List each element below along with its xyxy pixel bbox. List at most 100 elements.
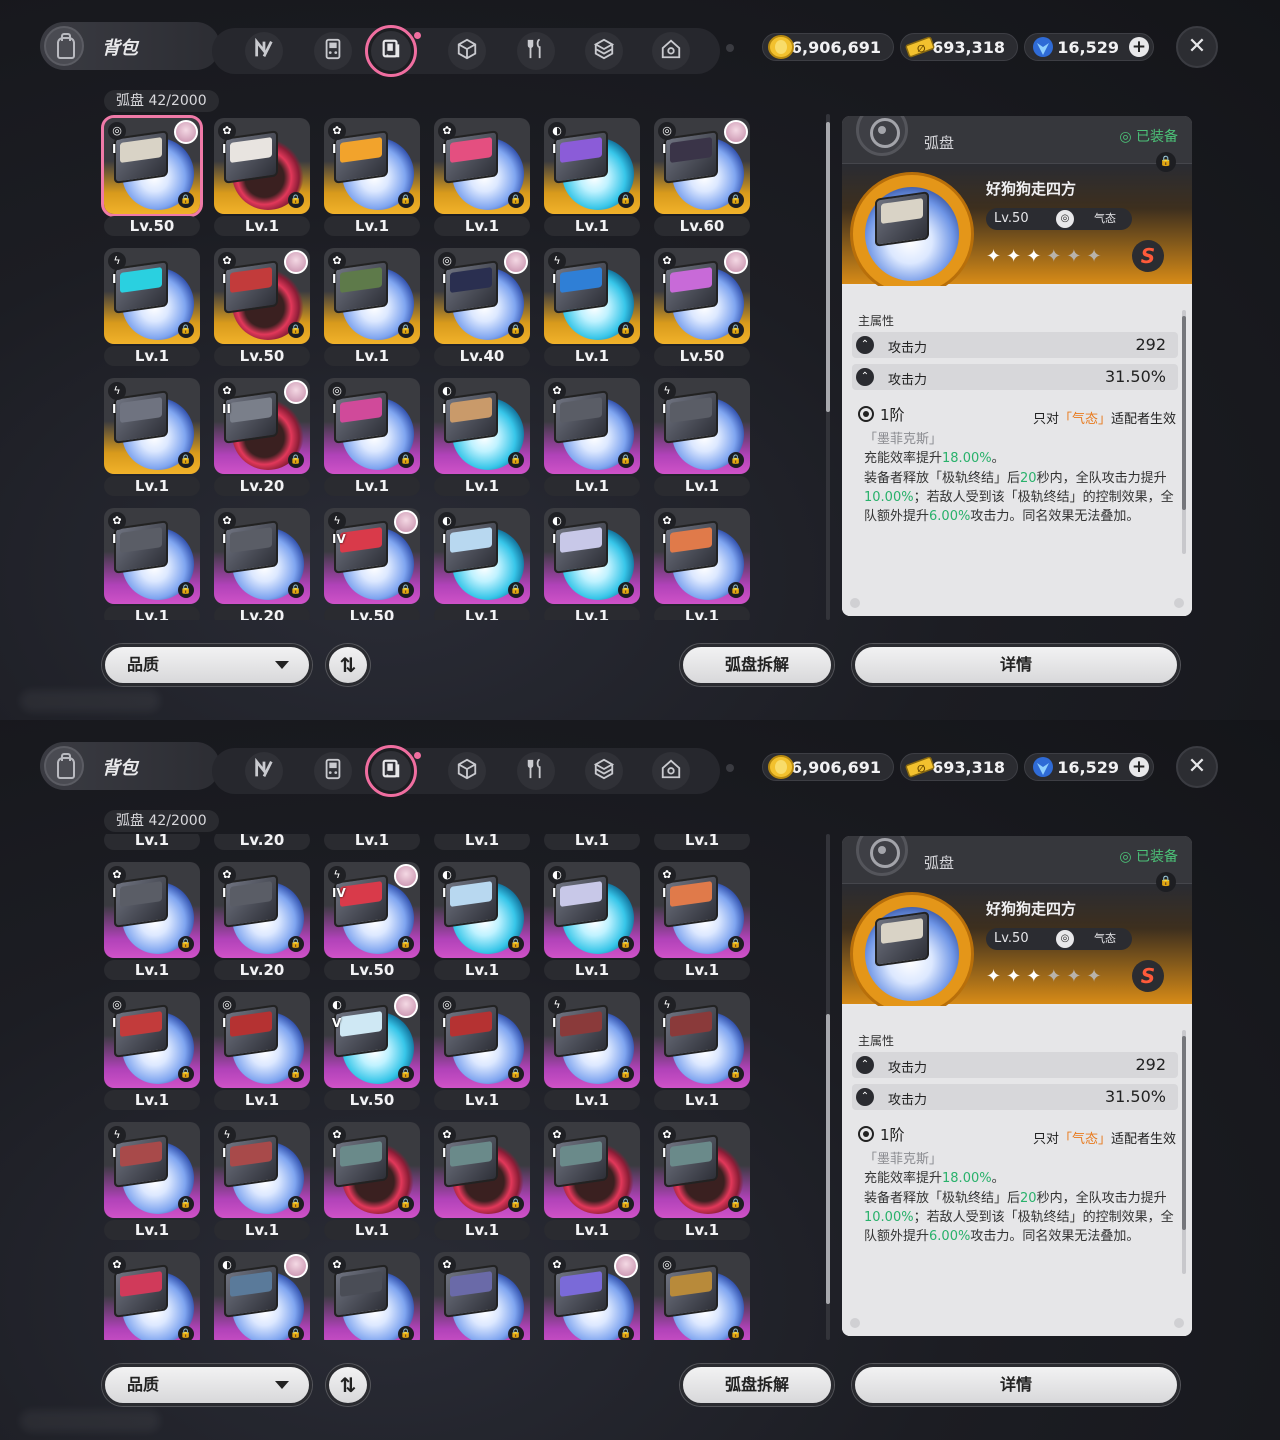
lock-icon[interactable]: 🔒 — [618, 1066, 634, 1082]
disc-item[interactable]: ✿ I 🔒 Lv.1 — [650, 504, 750, 620]
disc-item[interactable]: ◐ I 🔒 Lv.1 — [430, 504, 530, 620]
disc-item[interactable]: ◎ I 🔒 Lv.1 — [100, 988, 200, 1112]
disc-item[interactable]: ◐ V 🔒 Lv.50 — [320, 988, 420, 1112]
lock-icon[interactable]: 🔒 — [728, 322, 744, 338]
sort-order-button[interactable]: ⇅ — [326, 644, 370, 686]
detail-scrollbar[interactable] — [1182, 1030, 1186, 1274]
disc-item[interactable]: ϟ I 🔒 Lv.1 — [650, 374, 750, 498]
lock-icon[interactable]: 🔒 — [728, 452, 744, 468]
close-button[interactable]: ✕ — [1176, 746, 1218, 788]
lock-icon[interactable]: 🔒 — [398, 936, 414, 952]
disc-tab[interactable] — [365, 25, 421, 77]
lock-icon[interactable]: 🔒 — [398, 582, 414, 598]
disc-item[interactable]: ◐ I 🔒 Lv.1 — [430, 374, 530, 498]
n-tab[interactable] — [245, 32, 283, 70]
lock-icon[interactable]: 🔒 — [728, 1196, 744, 1212]
gadget-tab[interactable] — [314, 752, 352, 790]
lock-icon[interactable]: 🔒 — [398, 1196, 414, 1212]
disc-item[interactable]: ◐ I 🔒 Lv.1 — [540, 114, 640, 238]
lock-icon[interactable]: 🔒 — [618, 1196, 634, 1212]
disc-item[interactable]: ✿ I 🔒 Lv.1 — [650, 1118, 750, 1242]
disc-item[interactable]: ◎ 🔒 — [650, 1248, 750, 1340]
lock-icon[interactable]: 🔒 — [728, 192, 744, 208]
lock-icon[interactable]: 🔒 — [728, 936, 744, 952]
quality-filter-dropdown[interactable]: 品质 — [102, 1364, 312, 1406]
disc-item[interactable]: ϟ IV 🔒 Lv.50 — [320, 504, 420, 620]
disc-item[interactable]: ϟ I 🔒 Lv.1 — [210, 1118, 310, 1242]
disc-item[interactable]: ✿ I 🔒 Lv.1 — [430, 114, 530, 238]
disc-item[interactable]: 🔒Lv.1 — [100, 834, 200, 852]
disc-item[interactable]: ◎ I 🔒 Lv.1 — [210, 988, 310, 1112]
disc-item[interactable]: ◐ I 🔒 Lv.1 — [430, 858, 530, 982]
dismantle-button[interactable]: 弧盘拆解 — [680, 1364, 834, 1406]
lock-icon[interactable]: 🔒 — [288, 582, 304, 598]
disc-item[interactable]: ϟ I 🔒 Lv.1 — [100, 1118, 200, 1242]
disc-tab[interactable] — [365, 745, 421, 797]
disc-item[interactable]: ◎ I 🔒 Lv.50 — [100, 114, 203, 238]
disc-item[interactable]: ✿ I 🔒 Lv.20 — [210, 858, 310, 982]
lock-icon[interactable]: 🔒 — [618, 936, 634, 952]
lock-toggle-icon[interactable]: 🔒 — [1156, 872, 1176, 892]
disc-item[interactable]: ✿ I 🔒 Lv.1 — [320, 114, 420, 238]
material-tab[interactable] — [585, 32, 623, 70]
disc-item[interactable]: ◎ I 🔒 Lv.60 — [650, 114, 750, 238]
disc-item[interactable]: ◎ I 🔒 Lv.1 — [430, 988, 530, 1112]
disc-item[interactable]: ✿ I 🔒 Lv.1 — [540, 374, 640, 498]
gadget-tab[interactable] — [314, 32, 352, 70]
disc-item[interactable]: ✿ I 🔒 Lv.1 — [540, 1118, 640, 1242]
disc-item[interactable]: 🔒Lv.1 — [430, 834, 530, 852]
food-tab[interactable] — [517, 752, 555, 790]
lock-icon[interactable]: 🔒 — [178, 1196, 194, 1212]
lock-icon[interactable]: 🔒 — [618, 582, 634, 598]
disc-item[interactable]: ✿ I 🔒 Lv.1 — [100, 504, 200, 620]
lock-icon[interactable]: 🔒 — [618, 322, 634, 338]
lock-icon[interactable]: 🔒 — [508, 322, 524, 338]
lock-icon[interactable]: 🔒 — [178, 322, 194, 338]
lock-icon[interactable]: 🔒 — [398, 452, 414, 468]
lock-icon[interactable]: 🔒 — [288, 1196, 304, 1212]
disc-item[interactable]: ✿ I 🔒 Lv.1 — [430, 1118, 530, 1242]
material-tab[interactable] — [585, 752, 623, 790]
lock-icon[interactable]: 🔒 — [178, 1326, 194, 1340]
box-tab[interactable] — [448, 752, 486, 790]
lock-icon[interactable]: 🔒 — [508, 192, 524, 208]
lock-icon[interactable]: 🔒 — [178, 192, 194, 208]
lock-icon[interactable]: 🔒 — [508, 1066, 524, 1082]
lock-icon[interactable]: 🔒 — [508, 1326, 524, 1340]
dismantle-button[interactable]: 弧盘拆解 — [680, 644, 834, 686]
lock-icon[interactable]: 🔒 — [288, 936, 304, 952]
add-currency-button[interactable]: + — [1129, 757, 1149, 777]
lock-icon[interactable]: 🔒 — [618, 192, 634, 208]
disc-item[interactable]: ✿ I 🔒 Lv.1 — [650, 858, 750, 982]
lock-icon[interactable]: 🔒 — [508, 452, 524, 468]
home-tab[interactable] — [652, 32, 690, 70]
details-button[interactable]: 详情 — [852, 1364, 1180, 1406]
home-tab[interactable] — [652, 752, 690, 790]
disc-item[interactable]: ϟ I 🔒 Lv.1 — [540, 244, 640, 368]
disc-item[interactable]: ◐ I 🔒 Lv.1 — [540, 504, 640, 620]
lock-icon[interactable]: 🔒 — [178, 1066, 194, 1082]
detail-scrollbar[interactable] — [1182, 310, 1186, 554]
lock-icon[interactable]: 🔒 — [398, 192, 414, 208]
lock-icon[interactable]: 🔒 — [398, 1066, 414, 1082]
lock-toggle-icon[interactable]: 🔒 — [1156, 152, 1176, 172]
lock-icon[interactable]: 🔒 — [508, 936, 524, 952]
disc-item[interactable]: ✿ I 🔒 Lv.1 — [100, 858, 200, 982]
lock-icon[interactable]: 🔒 — [398, 1326, 414, 1340]
disc-item[interactable]: 🔒Lv.1 — [650, 834, 750, 852]
disc-item[interactable]: ◎ I 🔒 Lv.40 — [430, 244, 530, 368]
add-currency-button[interactable]: + — [1129, 37, 1149, 57]
disc-item[interactable]: 🔒Lv.1 — [540, 834, 640, 852]
lock-icon[interactable]: 🔒 — [288, 452, 304, 468]
lock-icon[interactable]: 🔒 — [288, 1326, 304, 1340]
lock-icon[interactable]: 🔒 — [288, 192, 304, 208]
lock-icon[interactable]: 🔒 — [178, 582, 194, 598]
disc-item[interactable]: ϟ I 🔒 Lv.1 — [540, 988, 640, 1112]
disc-item[interactable]: 🔒Lv.20 — [210, 834, 310, 852]
lock-icon[interactable]: 🔒 — [728, 1326, 744, 1340]
disc-item[interactable]: ✿ 🔒 — [100, 1248, 200, 1340]
quality-filter-dropdown[interactable]: 品质 — [102, 644, 312, 686]
disc-item[interactable]: ✿ 🔒 — [540, 1248, 640, 1340]
lock-icon[interactable]: 🔒 — [618, 452, 634, 468]
box-tab[interactable] — [448, 32, 486, 70]
